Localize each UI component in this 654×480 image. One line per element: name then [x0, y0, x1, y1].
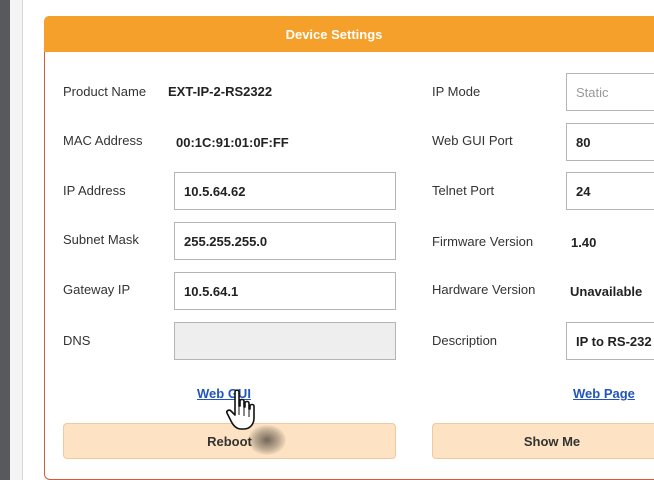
web-page-link[interactable]: Web Page [573, 386, 635, 401]
show-me-button[interactable]: Show Me [432, 423, 654, 459]
product-name-label: Product Name [63, 84, 147, 99]
mac-address-value: 00:1C:91:01:0F:FF [176, 135, 289, 150]
subnet-mask-label: Subnet Mask [63, 232, 139, 247]
gateway-ip-input[interactable]: 10.5.64.1 [174, 272, 396, 310]
ip-address-label: IP Address [63, 183, 126, 198]
firmware-version-value: 1.40 [571, 235, 597, 250]
device-settings-header: Device Settings [44, 16, 654, 52]
description-input[interactable]: IP to RS-232 [566, 322, 654, 360]
ip-address-input[interactable]: 10.5.64.62 [174, 172, 396, 210]
hardware-version-value: Unavailable [570, 284, 643, 299]
device-settings-panel [44, 52, 654, 480]
web-gui-port-label: Web GUI Port [432, 133, 513, 148]
gateway-ip-label: Gateway IP [63, 282, 131, 297]
hand-pointer-icon [226, 389, 255, 430]
description-label: Description [432, 333, 498, 348]
subnet-mask-input[interactable]: 255.255.255.0 [174, 222, 396, 260]
header-title: Device Settings [285, 26, 383, 42]
telnet-port-label: Telnet Port [432, 183, 495, 198]
dns-label: DNS [63, 333, 91, 348]
window-left-gutter [10, 0, 23, 480]
web-gui-port-input[interactable]: 80 [566, 123, 654, 161]
dns-input[interactable] [174, 322, 396, 360]
product-name-value: EXT-IP-2-RS2322 [168, 84, 273, 99]
mac-address-label: MAC Address [63, 133, 143, 148]
firmware-version-label: Firmware Version [432, 234, 534, 249]
hardware-version-label: Hardware Version [432, 282, 536, 297]
ip-mode-label: IP Mode [432, 84, 481, 99]
telnet-port-input[interactable]: 24 [566, 172, 654, 210]
ip-mode-select[interactable]: Static [566, 73, 654, 111]
window-left-frame [0, 0, 10, 480]
